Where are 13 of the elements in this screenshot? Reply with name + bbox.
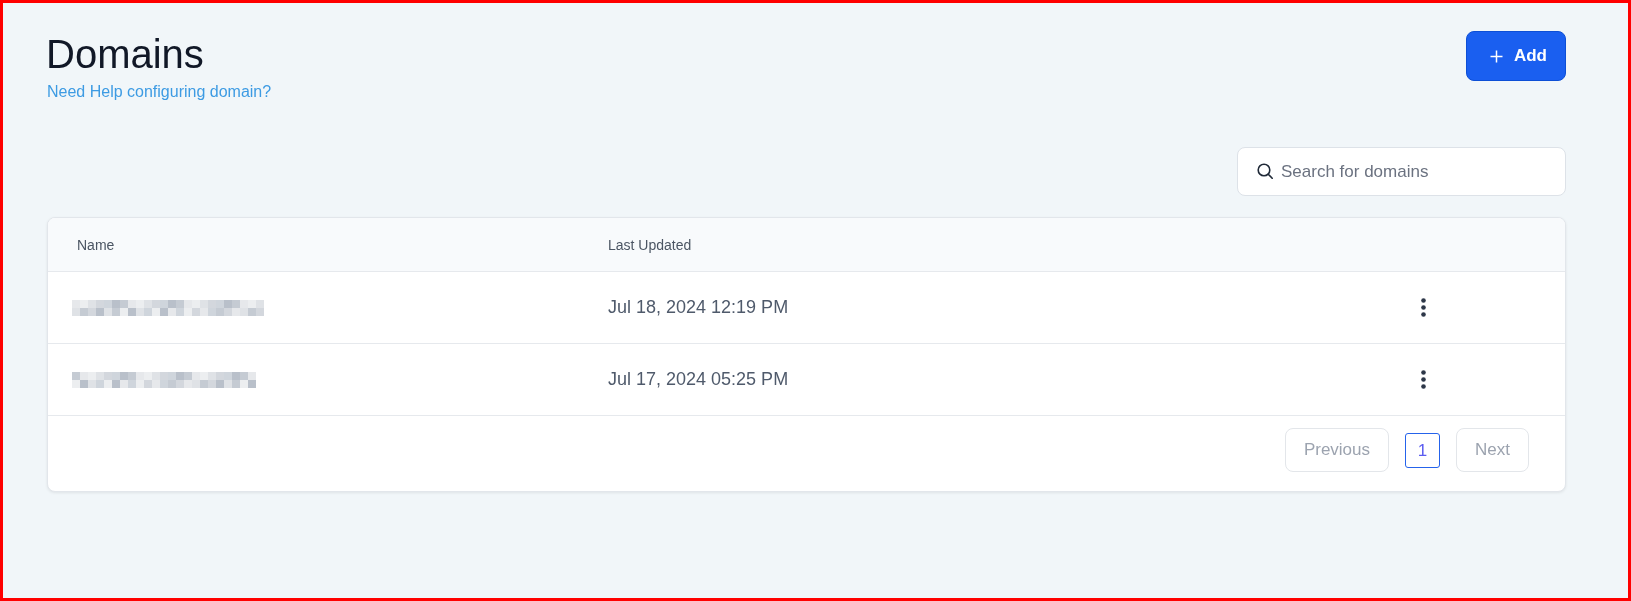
help-link[interactable]: Need Help configuring domain? <box>47 82 272 102</box>
search-icon <box>1257 163 1273 179</box>
plus-icon <box>1489 49 1503 63</box>
vertical-ellipsis-icon[interactable] <box>1420 298 1426 317</box>
date-cell: Jul 17, 2024 05:25 PM <box>608 369 789 390</box>
column-header: Name <box>77 236 115 253</box>
page-title: Domains <box>46 31 204 78</box>
page-number-button[interactable]: 1 <box>1405 433 1441 468</box>
column-header: Last Updated <box>608 236 692 253</box>
search-field[interactable]: Search for domains <box>1237 147 1566 196</box>
vertical-ellipsis-icon[interactable] <box>1420 370 1426 389</box>
add-button[interactable]: Add <box>1465 31 1566 81</box>
date-cell: Jul 18, 2024 12:19 PM <box>608 297 789 318</box>
